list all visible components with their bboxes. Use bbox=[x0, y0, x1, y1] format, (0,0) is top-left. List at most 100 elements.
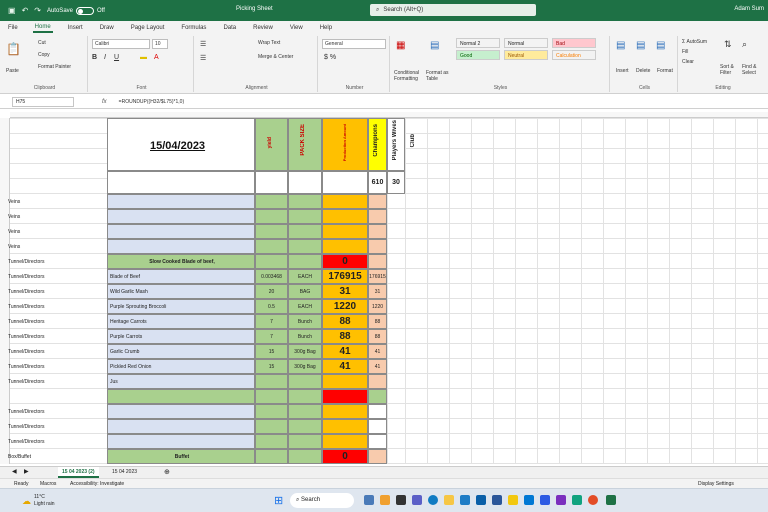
wrap-text-button[interactable]: Wrap Text bbox=[258, 40, 280, 46]
number-format-select[interactable]: General bbox=[322, 39, 386, 49]
search-box[interactable]: ⌕ Search (Alt+Q) bbox=[370, 4, 536, 16]
mail-icon[interactable] bbox=[524, 495, 534, 505]
autosave-switch[interactable] bbox=[76, 6, 94, 15]
format-button[interactable]: Format bbox=[657, 68, 673, 74]
yield-cell[interactable] bbox=[255, 209, 288, 224]
style-normal[interactable]: Normal bbox=[504, 38, 548, 48]
champions-cell[interactable] bbox=[368, 404, 387, 419]
pack-size-cell[interactable]: 300g Bag bbox=[288, 359, 322, 374]
production-amount-cell[interactable] bbox=[322, 224, 368, 239]
menu-insert[interactable]: Insert bbox=[66, 24, 85, 32]
pack-size-cell[interactable] bbox=[288, 224, 322, 239]
style-neutral[interactable]: Neutral bbox=[504, 50, 548, 60]
insert-button[interactable]: Insert bbox=[616, 68, 629, 74]
outlook-icon[interactable] bbox=[476, 495, 486, 505]
redo-icon[interactable]: ↷ bbox=[34, 6, 41, 15]
macro-button[interactable]: Macros bbox=[40, 481, 56, 487]
find-select-button[interactable]: Find & Select bbox=[742, 64, 764, 76]
align-left-icon[interactable]: ☰ bbox=[200, 54, 206, 62]
item-description-cell[interactable]: Heritage Carrots bbox=[107, 314, 255, 329]
yield-cell[interactable]: 20 bbox=[255, 284, 288, 299]
champions-cell[interactable] bbox=[368, 419, 387, 434]
production-amount-cell[interactable] bbox=[322, 209, 368, 224]
production-amount-cell[interactable]: 88 bbox=[322, 329, 368, 344]
autosum-button[interactable]: Σ AutoSum bbox=[682, 39, 707, 45]
pack-size-cell[interactable] bbox=[288, 194, 322, 209]
font-color-icon[interactable]: A bbox=[154, 54, 159, 61]
champions-cell[interactable] bbox=[368, 449, 387, 464]
next-sheet-icon[interactable]: ▶ bbox=[20, 467, 33, 478]
production-amount-cell[interactable] bbox=[322, 374, 368, 389]
production-amount-cell[interactable]: 88 bbox=[322, 314, 368, 329]
find-select-icon[interactable]: ⌕ bbox=[742, 39, 747, 50]
underline-button[interactable]: U bbox=[114, 54, 119, 61]
pack-size-cell[interactable]: BAG bbox=[288, 284, 322, 299]
fill-button[interactable]: Fill bbox=[682, 49, 688, 55]
formula-input[interactable]: =ROUNDUP((H32/$L75)*1,0) bbox=[119, 99, 184, 105]
pack-size-cell[interactable]: 300g Bag bbox=[288, 344, 322, 359]
taskbar-search[interactable]: ⌕ Search bbox=[290, 493, 354, 508]
champions-cell[interactable] bbox=[368, 254, 387, 269]
delete-button[interactable]: Delete bbox=[636, 68, 650, 74]
delete-icon[interactable]: ▤ bbox=[636, 40, 645, 51]
merge-center-button[interactable]: Merge & Center bbox=[258, 54, 293, 60]
item-description-cell[interactable] bbox=[107, 419, 255, 434]
document-title[interactable]: Picking Sheet bbox=[236, 6, 273, 12]
item-description-cell[interactable]: Jus bbox=[107, 374, 255, 389]
app-icon[interactable] bbox=[540, 495, 550, 505]
pack-size-cell[interactable]: Bunch bbox=[288, 329, 322, 344]
yield-cell[interactable]: 0.5 bbox=[255, 299, 288, 314]
pack-size-cell[interactable] bbox=[288, 389, 322, 404]
cut-button[interactable]: Cut bbox=[38, 40, 46, 46]
champions-cell[interactable] bbox=[368, 389, 387, 404]
tab-15-04-2023[interactable]: 15 04 2023 bbox=[108, 467, 141, 478]
item-description-cell[interactable]: Purple Carrots bbox=[107, 329, 255, 344]
pack-size-cell[interactable] bbox=[288, 404, 322, 419]
players-wives-count[interactable]: 30 bbox=[387, 171, 405, 194]
undo-icon[interactable]: ↶ bbox=[22, 6, 29, 15]
item-description-cell[interactable] bbox=[107, 434, 255, 449]
name-box[interactable]: H75 bbox=[12, 96, 74, 107]
menu-data[interactable]: Data bbox=[221, 24, 238, 32]
champions-cell[interactable]: 88 bbox=[368, 329, 387, 344]
yield-cell[interactable]: 0.003468 bbox=[255, 269, 288, 284]
conditional-formatting-icon[interactable]: ▦ bbox=[396, 40, 405, 51]
style-calculation[interactable]: Calculation bbox=[552, 50, 596, 60]
blank-cell[interactable] bbox=[107, 171, 255, 194]
production-amount-cell[interactable]: 1220 bbox=[322, 299, 368, 314]
copy-button[interactable]: Copy bbox=[38, 52, 50, 58]
yield-cell[interactable]: 15 bbox=[255, 359, 288, 374]
tab-15-04-2023-2[interactable]: 15 04 2023 (2) bbox=[58, 467, 99, 478]
user-name[interactable]: Adam Sum bbox=[734, 6, 764, 12]
blank-cell[interactable] bbox=[288, 171, 322, 194]
production-amount-cell[interactable]: 41 bbox=[322, 344, 368, 359]
pack-size-cell[interactable] bbox=[288, 434, 322, 449]
font-family-select[interactable]: Calibri bbox=[92, 39, 150, 49]
menu-formulas[interactable]: Formulas bbox=[179, 24, 208, 32]
menu-review[interactable]: Review bbox=[251, 24, 275, 32]
item-description-cell[interactable] bbox=[107, 224, 255, 239]
item-description-cell[interactable]: Wild Garlic Mash bbox=[107, 284, 255, 299]
champions-cell[interactable] bbox=[368, 239, 387, 254]
onenote-icon[interactable] bbox=[508, 495, 518, 505]
pack-size-cell[interactable] bbox=[288, 239, 322, 254]
pack-size-cell[interactable] bbox=[288, 374, 322, 389]
yield-cell[interactable] bbox=[255, 404, 288, 419]
pack-size-cell[interactable] bbox=[288, 419, 322, 434]
yield-cell[interactable] bbox=[255, 419, 288, 434]
font-size-select[interactable]: 10 bbox=[152, 39, 168, 49]
windows-start-icon[interactable]: ⊞ bbox=[274, 494, 283, 507]
item-description-cell[interactable] bbox=[107, 209, 255, 224]
item-description-cell[interactable] bbox=[107, 239, 255, 254]
sort-filter-icon[interactable]: ⇅ bbox=[724, 39, 732, 50]
item-description-cell[interactable]: Pickled Red Onion bbox=[107, 359, 255, 374]
insert-icon[interactable]: ▤ bbox=[616, 40, 625, 51]
style-good[interactable]: Good bbox=[456, 50, 500, 60]
production-amount-cell[interactable] bbox=[322, 239, 368, 254]
production-amount-cell[interactable]: 0 bbox=[322, 449, 368, 464]
item-description-cell[interactable] bbox=[107, 194, 255, 209]
app-icon-3[interactable] bbox=[572, 495, 582, 505]
teams-icon[interactable] bbox=[412, 495, 422, 505]
task-view-icon[interactable] bbox=[364, 495, 374, 505]
excel-icon[interactable] bbox=[606, 495, 616, 505]
